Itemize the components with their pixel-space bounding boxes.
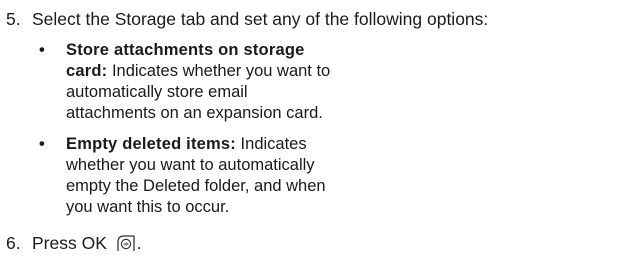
step-number: 6. bbox=[6, 233, 21, 253]
svg-text:ok: ok bbox=[123, 242, 129, 247]
option-store-attachments: • Store attachments on storage card: Ind… bbox=[36, 40, 336, 124]
bullet-icon: • bbox=[39, 135, 45, 153]
step-6: 6. Press OK ok . bbox=[6, 233, 142, 253]
bullet-icon: • bbox=[39, 41, 45, 59]
step-text-after: . bbox=[136, 233, 142, 253]
option-empty-deleted-items: • Empty deleted items: Indicates whether… bbox=[36, 134, 336, 218]
step-5: 5. Select the Storage tab and set any of … bbox=[6, 9, 488, 29]
step-text-before: Press OK bbox=[32, 233, 112, 253]
option-term: Empty deleted items: bbox=[66, 135, 236, 153]
step-number: 5. bbox=[6, 9, 21, 29]
options-list: • Store attachments on storage card: Ind… bbox=[36, 40, 336, 228]
step-text: Select the Storage tab and set any of th… bbox=[32, 9, 489, 29]
ok-button-icon: ok bbox=[115, 233, 137, 253]
